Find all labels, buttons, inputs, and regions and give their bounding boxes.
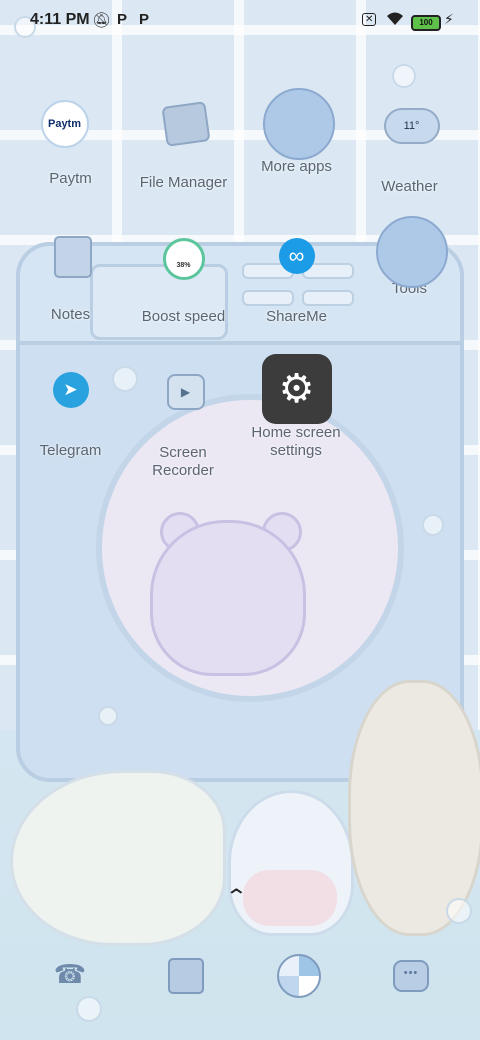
messages-icon[interactable]: •••	[393, 960, 429, 992]
battery-icon: 100	[411, 15, 441, 31]
more-apps-folder-icon	[262, 88, 335, 160]
settings-gear-icon: ⚙	[261, 354, 332, 424]
app-label: ShareMe	[266, 308, 327, 325]
boost-speed-icon: 38%	[154, 238, 214, 298]
bubble-decoration	[422, 514, 444, 536]
app-telegram[interactable]: ➤ Telegram	[14, 360, 127, 460]
app-boost-speed[interactable]: 38% Boost speed	[127, 226, 240, 326]
app-label: Weather	[381, 178, 438, 195]
notifications-off-icon: 🔕︎	[92, 12, 112, 29]
app-label: Boost speed	[141, 308, 226, 325]
telegram-icon: ➤	[41, 372, 101, 432]
no-sim-icon: ✕	[362, 13, 377, 26]
status-bar: 4:11 PM 🔕︎ P P ✕ 100 ⚡︎	[0, 0, 480, 44]
app-label: Home screen settings	[251, 424, 341, 459]
notes-icon	[41, 236, 101, 296]
phone-icon[interactable]: ☎	[50, 954, 90, 994]
charging-icon: ⚡︎	[444, 11, 454, 27]
tools-folder-icon	[375, 216, 448, 288]
duck-illustration	[10, 770, 226, 946]
p-app-icon: P	[139, 11, 150, 28]
gallery-icon[interactable]	[168, 958, 204, 994]
browser-icon[interactable]	[277, 954, 321, 998]
wifi-icon	[386, 11, 404, 30]
file-manager-icon	[154, 101, 214, 164]
dock: ☎ •••	[0, 944, 480, 1014]
app-label: More apps	[261, 158, 332, 175]
bunny-shirt-illustration	[243, 870, 337, 926]
paytm-icon: Paytm	[40, 100, 101, 160]
status-time: 4:11 PM	[30, 11, 90, 28]
shareme-icon: ∞	[267, 238, 327, 298]
app-shareme[interactable]: ∞ ShareMe	[240, 226, 353, 326]
app-file-manager[interactable]: File Manager	[127, 92, 240, 192]
app-paytm[interactable]: Paytm Paytm	[14, 92, 127, 188]
app-label: Notes	[50, 306, 91, 323]
app-label: File Manager	[139, 174, 228, 191]
app-notes[interactable]: Notes	[14, 226, 127, 324]
bubble-decoration	[446, 898, 472, 924]
folder-tools[interactable]: Tools	[353, 216, 466, 298]
app-label: Paytm	[49, 170, 92, 187]
app-weather[interactable]: 11° Weather	[353, 92, 466, 196]
p-app-icon: P	[117, 11, 128, 28]
bear-in-drum-illustration	[150, 520, 306, 676]
bubble-decoration	[98, 706, 118, 726]
app-label: Screen Recorder	[152, 444, 214, 479]
folder-more-apps[interactable]: More apps	[240, 88, 353, 176]
bubble-decoration	[392, 64, 416, 88]
weather-icon: 11°	[380, 108, 440, 168]
app-screen-recorder[interactable]: ▶ Screen Recorder	[127, 360, 240, 480]
app-label: Telegram	[39, 442, 102, 459]
chevron-up-icon[interactable]: ⌃	[225, 884, 248, 909]
app-home-screen-settings[interactable]: ⚙ Home screen settings	[240, 354, 353, 460]
screen-recorder-icon: ▶	[154, 374, 214, 434]
